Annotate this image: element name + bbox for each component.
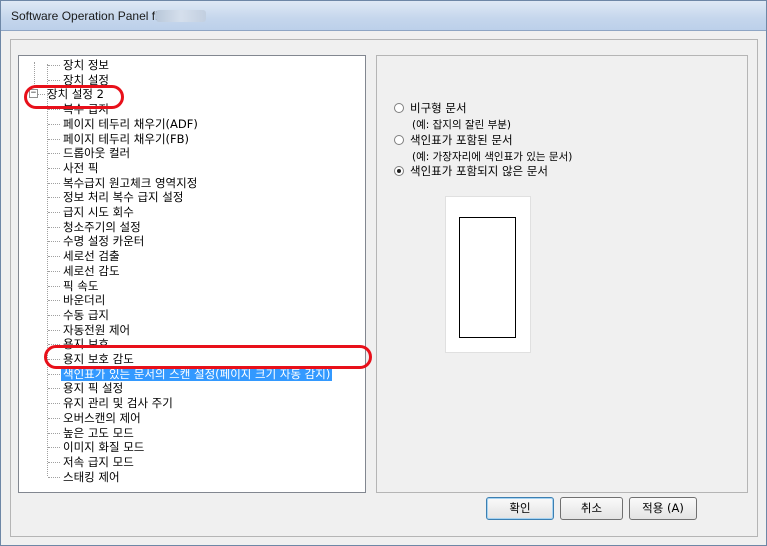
tree-connector	[48, 461, 60, 463]
radio-with-index[interactable]	[394, 135, 404, 145]
tree-item-label: 정보 처리 복수 급지 설정	[63, 190, 184, 205]
ok-button[interactable]: 확인	[486, 497, 554, 520]
tree-item-label: 바운더리	[63, 293, 106, 308]
tree-item-label: 급지 시도 회수	[63, 205, 134, 219]
tree-item-label: 높은 고도 모드	[63, 425, 134, 440]
tree-connector	[48, 417, 60, 419]
tree-item-label: 세로선 감도	[63, 263, 120, 278]
tree-item-label: 장치 정보	[63, 58, 109, 72]
tree-connector	[48, 256, 60, 258]
cancel-button[interactable]: 취소	[560, 497, 623, 520]
tree-item-label: 장치 설정 2	[47, 87, 104, 102]
tree-item-label: 용지 보호 감도	[63, 352, 134, 366]
tree-connector	[48, 109, 60, 111]
tree-connector	[48, 153, 60, 155]
tree-item-label: 페이지 테두리 채우기(ADF)	[63, 116, 198, 131]
document-preview	[445, 196, 531, 353]
option-without-index-label: 색인표가 포함되지 않은 문서	[410, 164, 548, 178]
tree-connector	[48, 212, 60, 213]
radio-without-index[interactable]	[394, 166, 404, 176]
tree-item-label: 용지 보호	[63, 337, 109, 352]
tree-connector	[48, 285, 60, 287]
tree-item-label: 스태킹 제어	[63, 469, 120, 484]
tree-item-label: 자동전원 제어	[63, 322, 131, 337]
tree-connector	[48, 403, 60, 405]
tree-item-label: 용지 픽 설정	[63, 381, 124, 396]
tree-item-label: 복수급지 원고체크 영역지정	[63, 175, 198, 190]
tree-connector	[48, 79, 60, 81]
tree-connector	[48, 270, 60, 272]
tree-connector	[48, 447, 60, 449]
tree-item-label: 수동 급지	[63, 307, 109, 322]
tree-item-label: 이미지 화질 모드	[63, 440, 145, 455]
option-with-index[interactable]: 색인표가 포함된 문서	[394, 132, 513, 148]
tree-item-label: 세로선 검출	[63, 249, 120, 264]
tree-item-label: 사전 픽	[63, 160, 99, 175]
tree-connector	[48, 241, 60, 243]
tree-connector	[48, 329, 60, 331]
tree-connector	[48, 138, 60, 140]
option-irregular[interactable]: 비구형 문서	[394, 100, 467, 116]
redacted-model-name	[156, 10, 206, 22]
window-title: Software Operation Panel fi-	[11, 9, 162, 23]
tree-connector	[48, 182, 60, 184]
tree-item-label: 오버스캔의 제어	[63, 410, 141, 425]
tree-connector	[48, 226, 60, 228]
tree-connector	[48, 314, 60, 316]
tree-connector	[48, 359, 60, 360]
tree-connector	[48, 432, 60, 434]
title-bar[interactable]: Software Operation Panel fi-	[1, 1, 766, 31]
tree-item-label: 픽 속도	[63, 278, 99, 293]
settings-tree[interactable]: 장치 정보 장치 설정 − 장치 설정 2 복수 급지 페이지 테두리 채우기(ADF) 페…	[18, 55, 366, 493]
tree-connector	[48, 388, 60, 390]
option-with-index-note: (예: 가장자리에 색인표가 있는 문서)	[412, 151, 573, 163]
tree-item-label: 청소주기의 설정	[63, 219, 141, 234]
option-without-index[interactable]: 색인표가 포함되지 않은 문서	[394, 163, 548, 179]
tree-connector	[48, 123, 60, 125]
option-irregular-note: (예: 잡지의 잘린 부분)	[412, 119, 512, 131]
apply-button[interactable]: 적용 (A)	[629, 497, 697, 520]
tree-item-label: 페이지 테두리 채우기(FB)	[63, 131, 190, 146]
tree-item-label: 수명 설정 카운터	[63, 234, 145, 249]
tree-item-label: 복수 급지	[63, 102, 109, 117]
option-irregular-label: 비구형 문서	[410, 101, 467, 115]
tree-item-label: 색인표가 있는 문서의 스캔 설정(페이지 크기 자동 감지)	[61, 366, 333, 381]
paper-preview-icon	[459, 217, 516, 338]
tree-connector	[48, 300, 60, 302]
tree-connector	[48, 167, 60, 169]
tree-connector	[48, 344, 60, 346]
tree-item-label: 유지 관리 및 검사 주기	[63, 396, 173, 411]
tree-connector	[48, 476, 60, 478]
radio-irregular[interactable]	[394, 103, 404, 113]
option-with-index-label: 색인표가 포함된 문서	[410, 133, 513, 147]
tree-connector	[48, 197, 60, 199]
tree-connector	[48, 65, 60, 66]
collapse-icon[interactable]: −	[29, 89, 38, 99]
tree-item-label: 장치 설정	[63, 72, 109, 87]
tree-connector	[48, 373, 60, 375]
tree-item-label: 드롭아웃 컬러	[63, 146, 131, 161]
tree-item-label: 저속 급지 모드	[63, 454, 134, 469]
